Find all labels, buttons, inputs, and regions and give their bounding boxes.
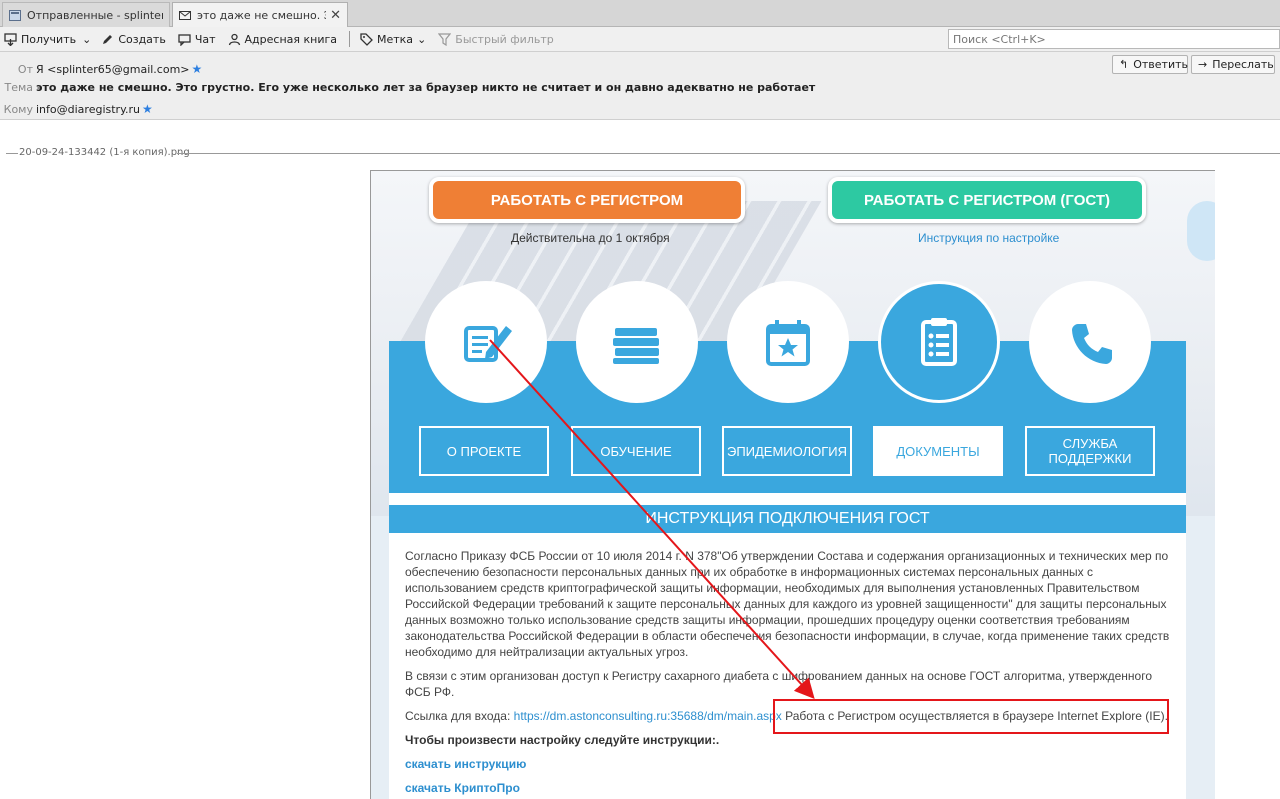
- annotation-arrow: [489, 339, 815, 699]
- annotation-highlight-box: [773, 699, 1169, 734]
- annotation-overlay: [489, 339, 815, 699]
